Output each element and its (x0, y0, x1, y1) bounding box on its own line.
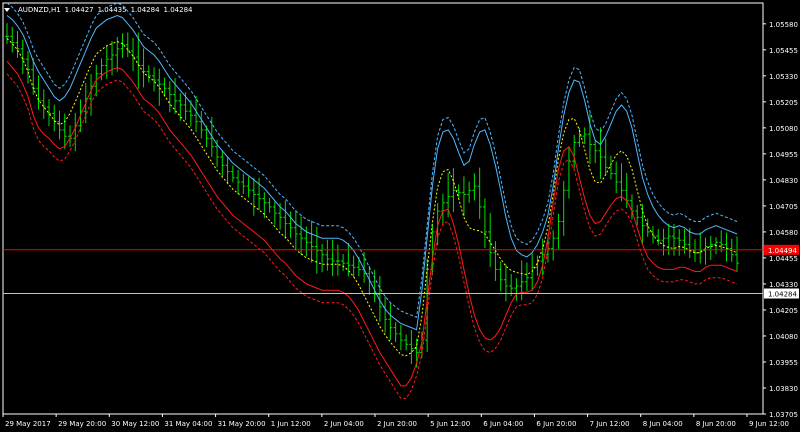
upper-band-line (6, 14, 738, 331)
y-axis-tick-label: 1.05080 (769, 125, 798, 133)
x-axis-tick-label: 2 Jun 20:00 (377, 420, 417, 428)
price-chart[interactable]: 1.05580 1.05455 1.05330 1.05205 1.05080 1.049… (0, 0, 800, 432)
x-axis-tick-label: 29 May 2017 (5, 420, 51, 428)
mid-line (6, 38, 738, 357)
price-label-text: 1.04494 (768, 247, 797, 255)
y-axis-tick-label: 1.04205 (769, 307, 798, 315)
y-axis-tick-label: 1.04580 (769, 229, 798, 237)
lower-band-line (6, 60, 738, 387)
y-axis-tick-label: 1.03705 (769, 411, 798, 419)
x-axis-tick-label: 6 Jun 04:00 (483, 420, 523, 428)
x-axis-tick-label: 9 Jun 12:00 (749, 420, 789, 428)
x-axis-tick-label: 8 Jun 04:00 (643, 420, 683, 428)
x-axis-tick-label: 31 May 20:00 (218, 420, 266, 428)
x-axis-tick-label: 30 May 12:00 (111, 420, 159, 428)
upper-envelope-line (6, 2, 738, 318)
lower-envelope-line (6, 73, 738, 399)
y-axis-tick-label: 1.04955 (769, 151, 798, 159)
y-axis-tick-label: 1.04705 (769, 203, 798, 211)
x-axis-tick-label: 6 Jun 20:00 (536, 420, 576, 428)
x-axis-tick-label: 8 Jun 20:00 (696, 420, 736, 428)
y-axis-tick-label: 1.05330 (769, 73, 798, 81)
x-axis-tick-label: 5 Jun 12:00 (430, 420, 470, 428)
x-axis-tick-label: 31 May 04:00 (164, 420, 212, 428)
y-axis-tick-label: 1.03830 (769, 385, 798, 393)
y-axis-tick-label: 1.04830 (769, 177, 798, 185)
y-axis-tick-label: 1.04455 (769, 255, 798, 263)
y-axis-tick-label: 1.04080 (769, 333, 798, 341)
x-axis-tick-label: 1 Jun 12:00 (271, 420, 311, 428)
x-axis-tick-label: 7 Jun 12:00 (590, 420, 630, 428)
y-axis-tick-label: 1.05205 (769, 99, 798, 107)
y-axis-tick-label: 1.05580 (769, 21, 798, 29)
x-axis-tick-label: 2 Jun 04:00 (324, 420, 364, 428)
y-axis-tick-label: 1.03955 (769, 359, 798, 367)
chart-window[interactable]: AUDNZD,H1 1.04427 1.04435 1.04284 1.0428… (0, 0, 800, 432)
y-axis-tick-label: 1.05455 (769, 47, 798, 55)
price-label-text: 1.04284 (768, 291, 797, 299)
x-axis-tick-label: 29 May 20:00 (58, 420, 106, 428)
y-axis-tick-label: 1.04330 (769, 281, 798, 289)
